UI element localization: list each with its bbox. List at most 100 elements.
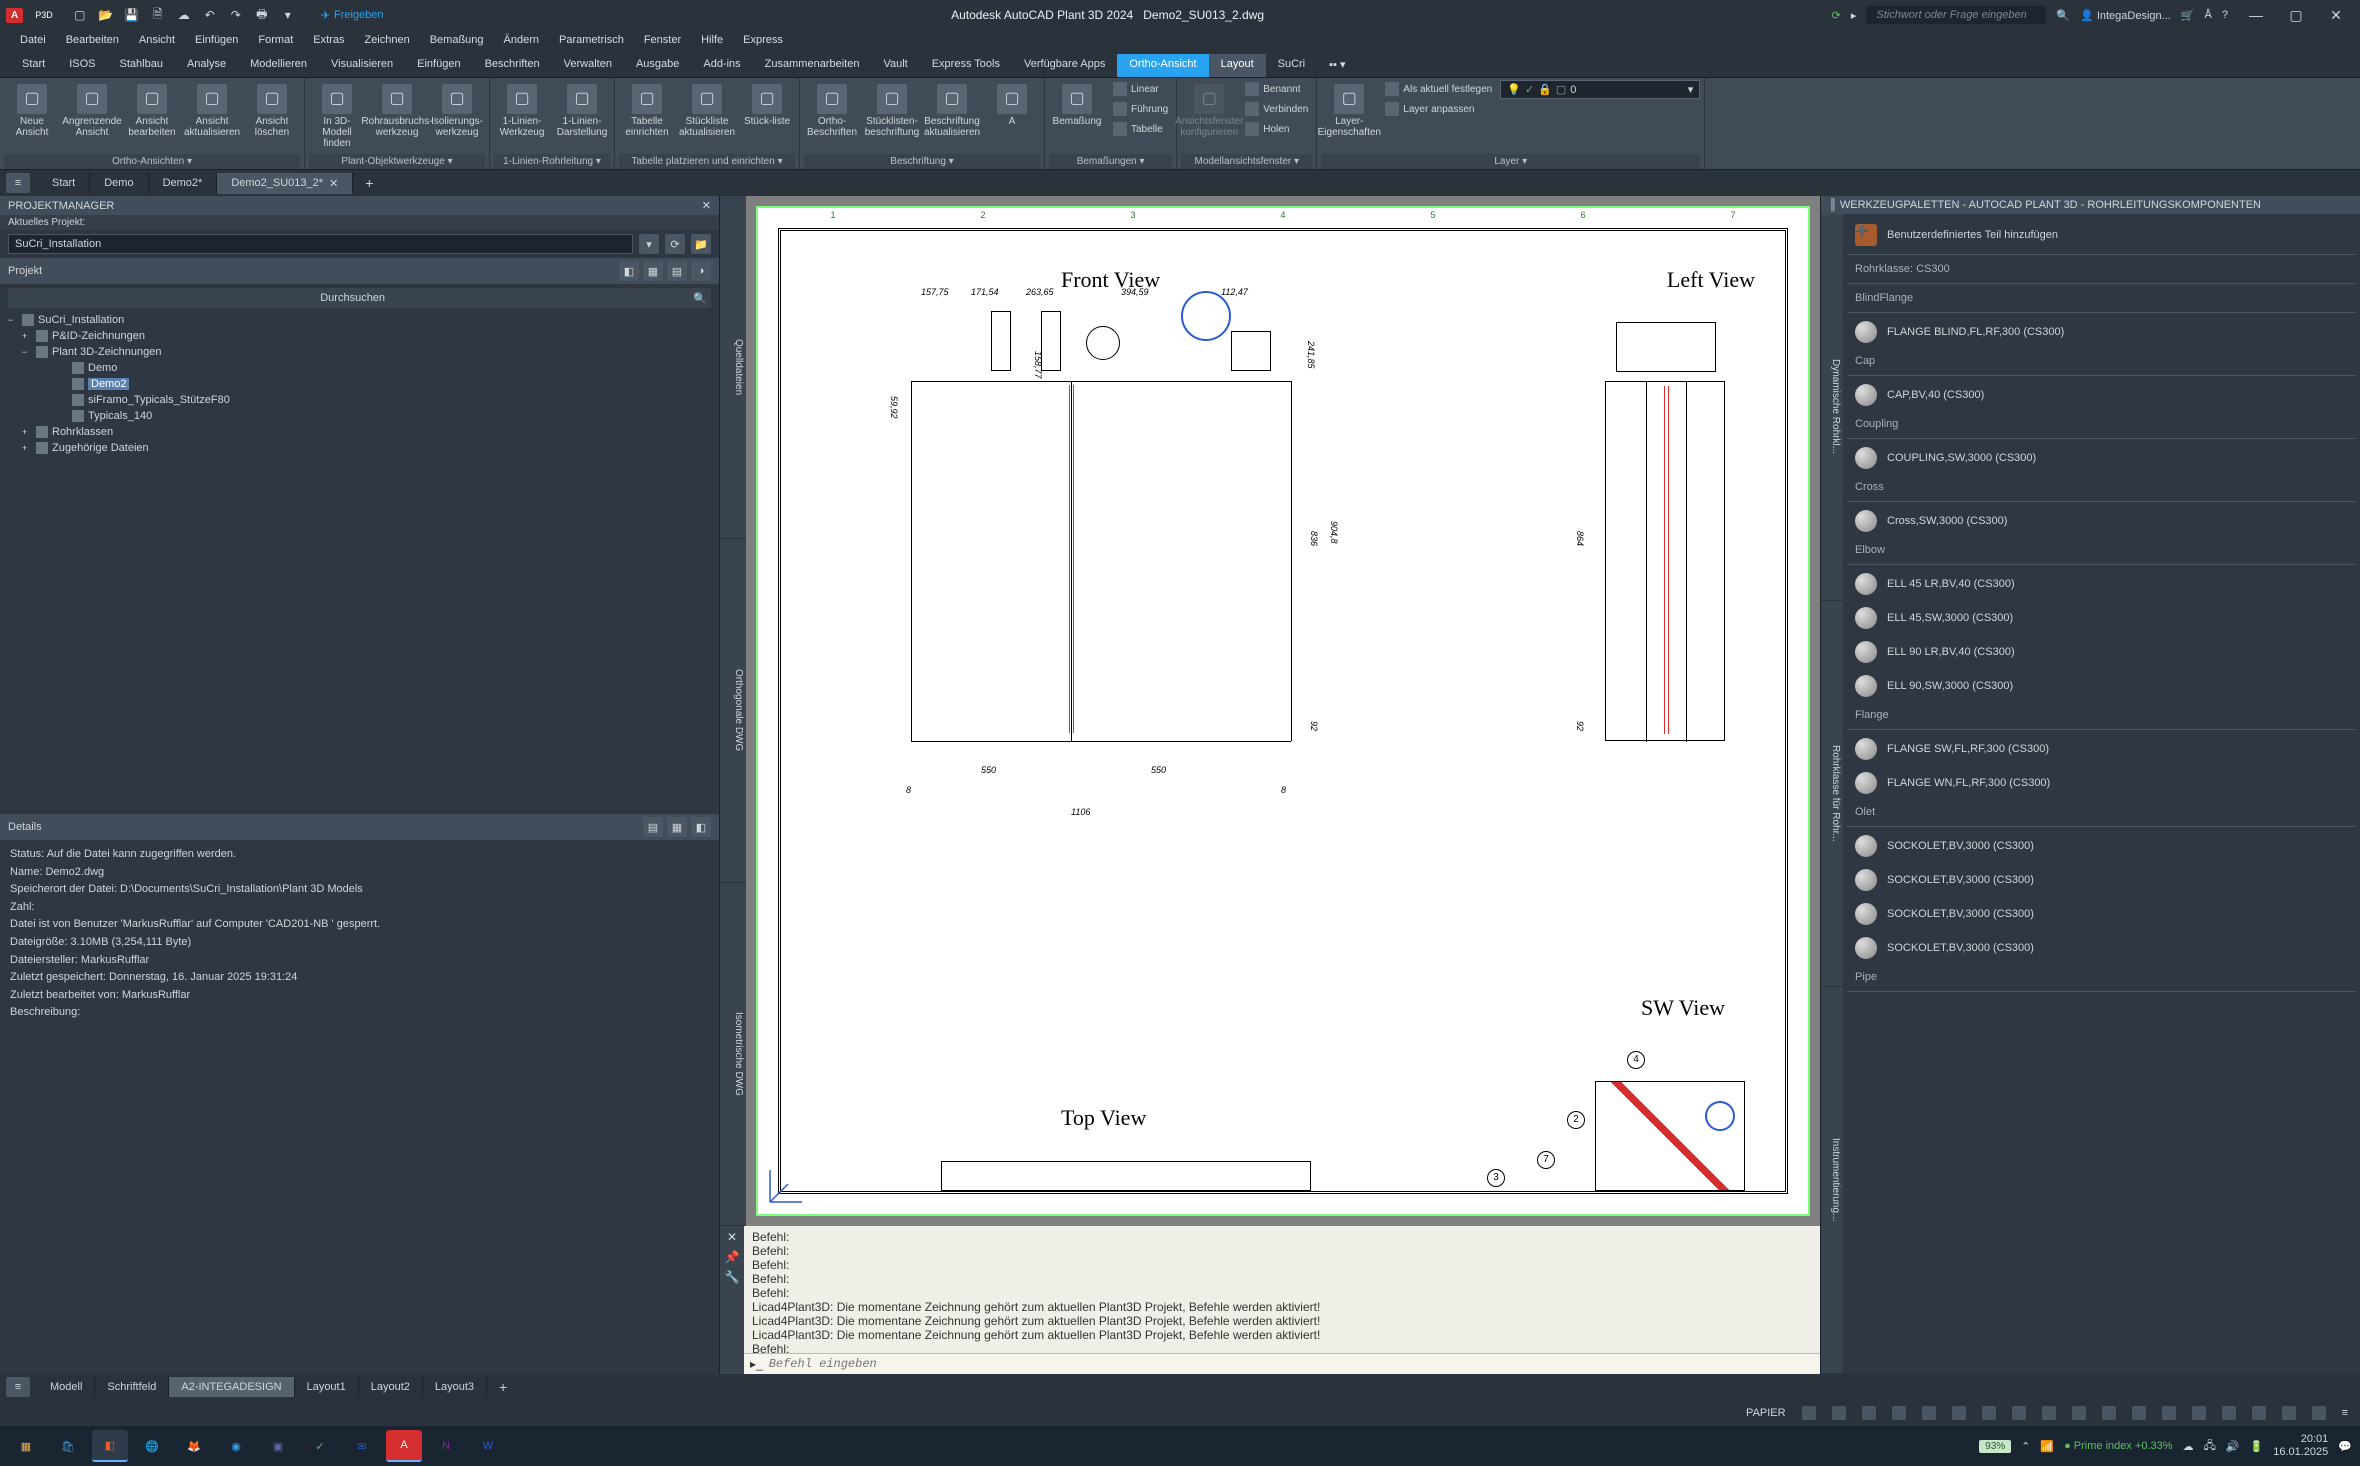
clock-time[interactable]: 20:01	[2273, 1433, 2328, 1446]
task-explorer-icon[interactable]: ▦	[8, 1430, 44, 1462]
ribbon-tab-visualisieren[interactable]: Visualisieren	[319, 54, 405, 77]
qat-print-icon[interactable]: 🖶	[253, 6, 271, 24]
qat-cloud-icon[interactable]: ☁	[175, 6, 193, 24]
task-acad-icon[interactable]: A	[386, 1430, 422, 1462]
dropdown-icon[interactable]: ▾	[639, 234, 659, 254]
ribbon-cmd[interactable]: Linear	[1109, 80, 1172, 98]
task-store-icon[interactable]: 🛍	[50, 1430, 86, 1462]
cloud-status-icon[interactable]: ⟳	[1832, 9, 1841, 22]
menu-extras[interactable]: Extras	[303, 30, 354, 54]
menu-parametrisch[interactable]: Parametrisch	[549, 30, 634, 54]
ribbon-cmd[interactable]: Layer anpassen	[1381, 100, 1496, 118]
details-icon-1[interactable]: ▤	[643, 817, 663, 837]
side-tab[interactable]: Orthogonale DWG	[720, 539, 746, 882]
menu-bemaßung[interactable]: Bemaßung	[420, 30, 494, 54]
close-tab-icon[interactable]: ✕	[329, 177, 338, 190]
ribbon-tab-stahlbau[interactable]: Stahlbau	[108, 54, 175, 77]
ribbon-tab-verfügbare-apps[interactable]: Verfügbare Apps	[1012, 54, 1117, 77]
tray-battery-icon[interactable]: 🔋	[2250, 1440, 2264, 1453]
ribbon-cmd[interactable]: ▢Stück-liste	[739, 80, 795, 127]
minimize-button[interactable]: —	[2238, 3, 2274, 27]
tree-icon-4[interactable]: ◑	[691, 261, 711, 281]
qat-open-icon[interactable]: 📂	[97, 6, 115, 24]
tree-node[interactable]: +P&ID-Zeichnungen	[8, 328, 711, 344]
app-menu-button[interactable]: ≡	[6, 173, 30, 193]
tree-node[interactable]: −SuCri_Installation	[8, 312, 711, 328]
layout-menu-button[interactable]: ≡	[6, 1377, 30, 1397]
help-icon[interactable]: ?	[2222, 9, 2228, 21]
cart-icon[interactable]: 🛒	[2181, 9, 2195, 22]
ribbon-cmd[interactable]: ▢Isolierungs-werkzeug	[429, 80, 485, 138]
details-icon-3[interactable]: ◧	[691, 817, 711, 837]
ribbon-cmd[interactable]: ▢Beschriftung aktualisieren	[924, 80, 980, 138]
notification-icon[interactable]: 💬	[2338, 1440, 2352, 1453]
clock-date[interactable]: 16.01.2025	[2273, 1446, 2328, 1459]
tree-node[interactable]: −Plant 3D-Zeichnungen	[8, 344, 711, 360]
info-icon[interactable]: ▸	[1851, 9, 1857, 22]
ribbon-tab-add-ins[interactable]: Add-ins	[691, 54, 752, 77]
palette-item[interactable]: CAP,BV,40 (CS300)	[1847, 378, 2356, 412]
qat-saveall-icon[interactable]: 🗎	[149, 6, 167, 24]
ribbon-tab-einfügen[interactable]: Einfügen	[405, 54, 472, 77]
ribbon-cmd[interactable]: ▢1-Linien-Werkzeug	[494, 80, 550, 138]
task-check-icon[interactable]: ✓	[302, 1430, 338, 1462]
ribbon-cmd[interactable]: Führung	[1109, 100, 1172, 118]
ribbon-cmd[interactable]: ▢In 3D-Modell finden	[309, 80, 365, 149]
tree-node[interactable]: siFramo_Typicals_StützeF80	[8, 392, 711, 408]
cmd-wrench-icon[interactable]: 🔧	[725, 1270, 740, 1284]
menu-zeichnen[interactable]: Zeichnen	[354, 30, 419, 54]
layout-tab[interactable]: Schriftfeld	[95, 1377, 169, 1397]
tree-node[interactable]: +Zugehörige Dateien	[8, 440, 711, 456]
task-edge-icon[interactable]: ◉	[218, 1430, 254, 1462]
layer-selector[interactable]: 💡✓🔒▢ 0 ▾	[1500, 80, 1700, 99]
doctab[interactable]: Demo2*	[149, 173, 218, 194]
autodesk-icon[interactable]: Å	[2205, 9, 2212, 21]
menu-fenster[interactable]: Fenster	[634, 30, 691, 54]
ribbon-cmd[interactable]: ▢Angrenzende Ansicht	[64, 80, 120, 138]
palette-side-tab[interactable]: Instrumentierung...	[1821, 987, 1843, 1374]
ribbon-tab-zusammenarbeiten[interactable]: Zusammenarbeiten	[753, 54, 872, 77]
menu-ansicht[interactable]: Ansicht	[129, 30, 185, 54]
otrack-icon[interactable]	[1952, 1406, 1966, 1420]
ribbon-cmd[interactable]: ▢A	[984, 80, 1040, 127]
qat-save-icon[interactable]: 💾	[123, 6, 141, 24]
drawing-viewport[interactable]: 1234567 Front View	[746, 196, 1820, 1226]
ribbon-cmd[interactable]: ▢Neue Ansicht	[4, 80, 60, 138]
ribbon-tab-beschriften[interactable]: Beschriften	[473, 54, 552, 77]
doctab[interactable]: Demo	[90, 173, 148, 194]
paper-mode[interactable]: PAPIER	[1742, 1405, 1790, 1421]
custom-icon[interactable]	[2312, 1406, 2326, 1420]
grid-icon[interactable]	[1802, 1406, 1816, 1420]
transparency-icon[interactable]	[2012, 1406, 2026, 1420]
ribbon-cmd[interactable]: ▢Stücklisten-beschriftung	[864, 80, 920, 138]
ribbon-tab-isos[interactable]: ISOS	[57, 54, 107, 77]
tray-network-icon[interactable]: 🖧	[2204, 1437, 2216, 1456]
ws-icon[interactable]	[2132, 1406, 2146, 1420]
side-tab[interactable]: Quelldateien	[720, 196, 746, 539]
ortho-icon[interactable]	[1862, 1406, 1876, 1420]
layout-tab[interactable]: A2-INTEGADESIGN	[169, 1377, 294, 1397]
isolate-icon[interactable]	[2252, 1406, 2266, 1420]
task-outlook-icon[interactable]: ✉	[344, 1430, 380, 1462]
close-button[interactable]: ✕	[2318, 3, 2354, 27]
ribbon-cmd[interactable]: Tabelle	[1109, 120, 1172, 138]
sc-icon[interactable]	[2072, 1406, 2086, 1420]
palette-item[interactable]: Cross,SW,3000 (CS300)	[1847, 504, 2356, 538]
palette-item[interactable]: SOCKOLET,BV,3000 (CS300)	[1847, 897, 2356, 931]
menu-bearbeiten[interactable]: Bearbeiten	[56, 30, 129, 54]
cmd-close-icon[interactable]: ✕	[727, 1230, 737, 1244]
tree-node[interactable]: Typicals_140	[8, 408, 711, 424]
prime-index[interactable]: ● Prime index +0.33%	[2064, 1440, 2172, 1452]
tree-node[interactable]: Demo	[8, 360, 711, 376]
palette-item[interactable]: COUPLING,SW,3000 (CS300)	[1847, 441, 2356, 475]
current-project-select[interactable]	[8, 234, 633, 254]
palette-item[interactable]: ELL 90,SW,3000 (CS300)	[1847, 669, 2356, 703]
tree-icon-2[interactable]: ▦	[643, 261, 663, 281]
ribbon-cmd[interactable]: ▢Rohrausbruchs-werkzeug	[369, 80, 425, 138]
chevron-down-icon[interactable]: ▾	[279, 6, 297, 24]
task-onenote-icon[interactable]: N	[428, 1430, 464, 1462]
doctab[interactable]: Demo2_SU013_2* ✕	[217, 173, 353, 194]
palette-item[interactable]: FLANGE BLIND,FL,RF,300 (CS300)	[1847, 315, 2356, 349]
user-menu[interactable]: 👤 IntegaDesign...	[2080, 9, 2171, 22]
lwt-icon[interactable]	[1982, 1406, 1996, 1420]
